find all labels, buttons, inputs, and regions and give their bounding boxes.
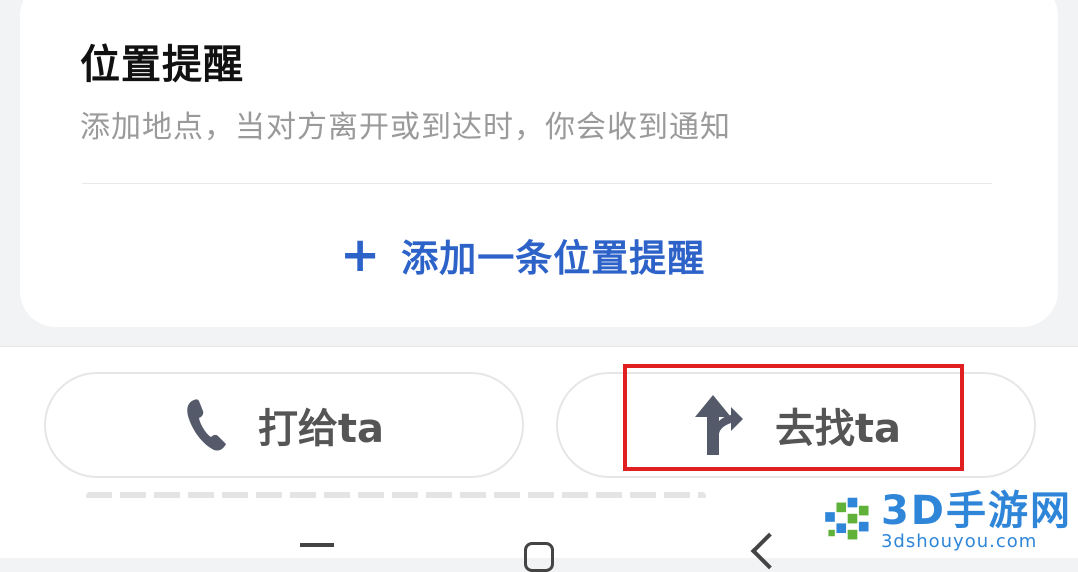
add-location-reminder-label: 添加一条位置提醒 (401, 237, 706, 280)
navigation-arrow-icon (691, 393, 745, 457)
location-reminder-card: 位置提醒 添加地点，当对方离开或到达时，你会收到通知 + 添加一条位置提醒 (20, 0, 1058, 327)
call-label: 打给ta (257, 406, 385, 452)
plus-icon: + (340, 227, 382, 283)
phone-icon (184, 398, 228, 452)
card-subtitle: 添加地点，当对方离开或到达时，你会收到通知 (80, 110, 731, 145)
nav-home-button[interactable] (524, 542, 554, 572)
add-location-reminder-button[interactable]: + 添加一条位置提醒 (340, 225, 705, 285)
divider (82, 183, 992, 184)
call-button[interactable]: 打给ta (44, 372, 524, 478)
watermark-logo-icon (825, 497, 869, 540)
watermark: 3D手游网 3dshouyou.com (822, 488, 1072, 554)
go-find-button[interactable]: 去找ta (556, 372, 1036, 478)
nav-menu-button[interactable] (300, 543, 334, 547)
card-title: 位置提醒 (80, 42, 244, 88)
go-find-label: 去找ta (774, 406, 902, 452)
watermark-title: 3D手游网 (880, 488, 1072, 534)
nav-back-button[interactable] (750, 532, 788, 570)
watermark-url: 3dshouyou.com (880, 531, 1038, 552)
